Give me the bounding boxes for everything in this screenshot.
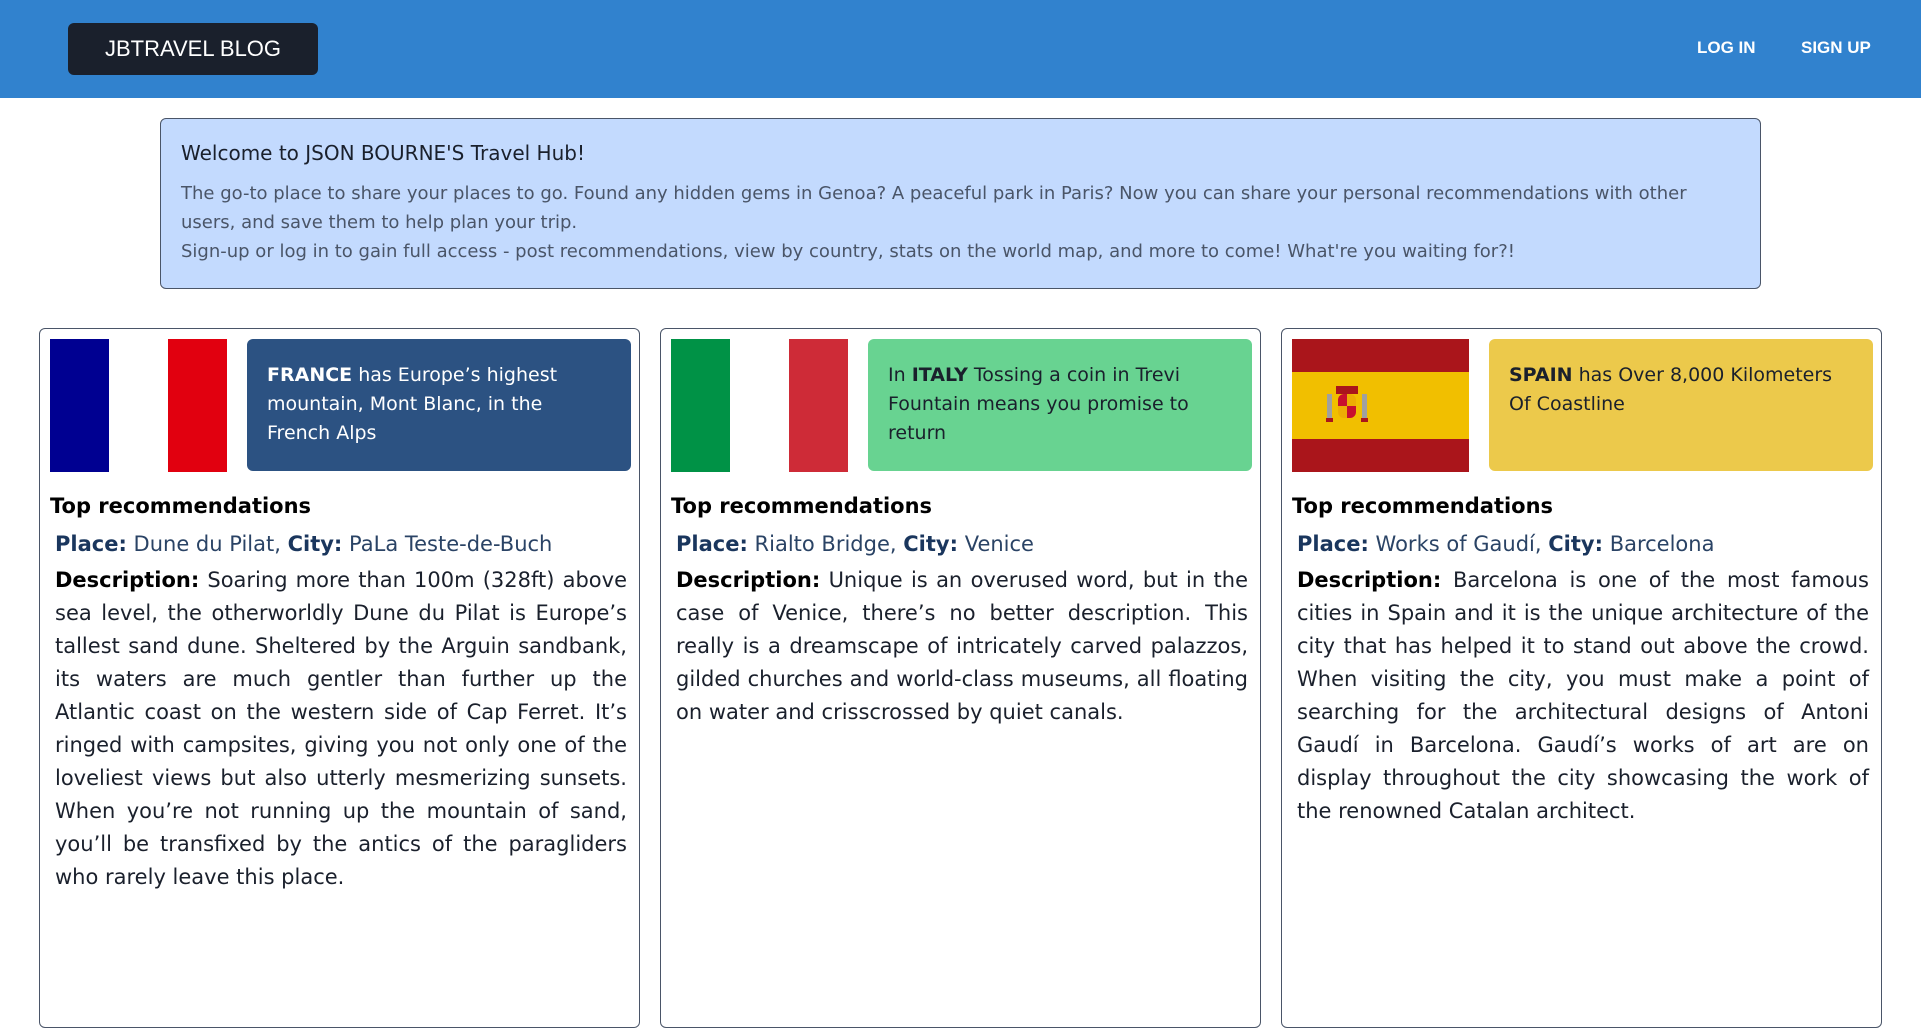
- brand-logo-button[interactable]: JBTRAVEL BLOG: [68, 23, 318, 75]
- recommendation-description: Description: Soaring more than 100m (328…: [55, 564, 627, 894]
- city-label: City:: [287, 532, 343, 556]
- top-recommendations-heading: Top recommendations: [50, 494, 312, 518]
- login-link[interactable]: LOG IN: [1697, 38, 1756, 58]
- city-label: City:: [1548, 532, 1603, 556]
- brand-label: JBTRAVEL BLOG: [104, 36, 282, 61]
- welcome-description: The go-to place to share your places to …: [181, 183, 1687, 233]
- description-label: Description:: [55, 568, 200, 592]
- country-card-france: FRANCE has Europe’s highest mountain, Mo…: [39, 328, 640, 1028]
- city-value: PaLa Teste-de-Buch: [349, 532, 553, 556]
- country-fact-banner: FRANCE has Europe’s highest mountain, Mo…: [247, 339, 631, 471]
- recommendation-description: Description: Unique is an overused word,…: [676, 564, 1248, 729]
- place-label: Place:: [676, 532, 748, 556]
- country-fact-banner: In ITALY Tossing a coin in Trevi Fountai…: [868, 339, 1252, 471]
- place-value: Rialto Bridge,: [754, 532, 897, 556]
- signup-link[interactable]: SIGN UP: [1801, 38, 1871, 58]
- france-flag-image: [50, 339, 227, 472]
- country-card-italy: In ITALY Tossing a coin in Trevi Fountai…: [660, 328, 1261, 1028]
- description-text: Soaring more than 100m (328ft) above sea…: [55, 568, 627, 889]
- top-navbar: JBTRAVEL BLOG LOG IN SIGN UP: [0, 0, 1921, 98]
- city-value: Venice: [964, 532, 1034, 556]
- italy-flag-image: [671, 339, 848, 472]
- country-card-spain: SPAIN has Over 8,000 Kilometers Of Coast…: [1281, 328, 1882, 1028]
- top-recommendations-heading: Top recommendations: [1292, 494, 1554, 518]
- description-label: Description:: [1297, 568, 1442, 592]
- country-name: ITALY: [911, 364, 968, 386]
- recommendation-place-line: Place: Dune du Pilat, City: PaLa Teste-d…: [55, 532, 552, 556]
- spain-flag-image: [1292, 339, 1469, 472]
- recommendation-place-line: Place: Works of Gaudí, City: Barcelona: [1297, 532, 1714, 556]
- country-name: SPAIN: [1509, 364, 1573, 386]
- top-recommendations-heading: Top recommendations: [671, 494, 933, 518]
- welcome-title: Welcome to JSON BOURNE'S Travel Hub!: [181, 141, 585, 165]
- welcome-panel: Welcome to JSON BOURNE'S Travel Hub! The…: [160, 118, 1761, 289]
- recommendation-place-line: Place: Rialto Bridge, City: Venice: [676, 532, 1034, 556]
- country-fact-banner: SPAIN has Over 8,000 Kilometers Of Coast…: [1489, 339, 1873, 471]
- place-value: Works of Gaudí,: [1375, 532, 1542, 556]
- place-value: Dune du Pilat,: [133, 532, 281, 556]
- description-text: Barcelona is one of the most famous citi…: [1297, 568, 1869, 823]
- description-label: Description:: [676, 568, 821, 592]
- country-name: FRANCE: [267, 364, 353, 386]
- city-value: Barcelona: [1609, 532, 1715, 556]
- place-label: Place:: [1297, 532, 1369, 556]
- country-prefix: In: [888, 364, 906, 386]
- place-label: Place:: [55, 532, 127, 556]
- spain-coat-of-arms-icon: [1326, 386, 1368, 423]
- recommendation-description: Description: Barcelona is one of the mos…: [1297, 564, 1869, 828]
- welcome-call-to-action: Sign-up or log in to gain full access - …: [181, 241, 1515, 262]
- city-label: City:: [903, 532, 959, 556]
